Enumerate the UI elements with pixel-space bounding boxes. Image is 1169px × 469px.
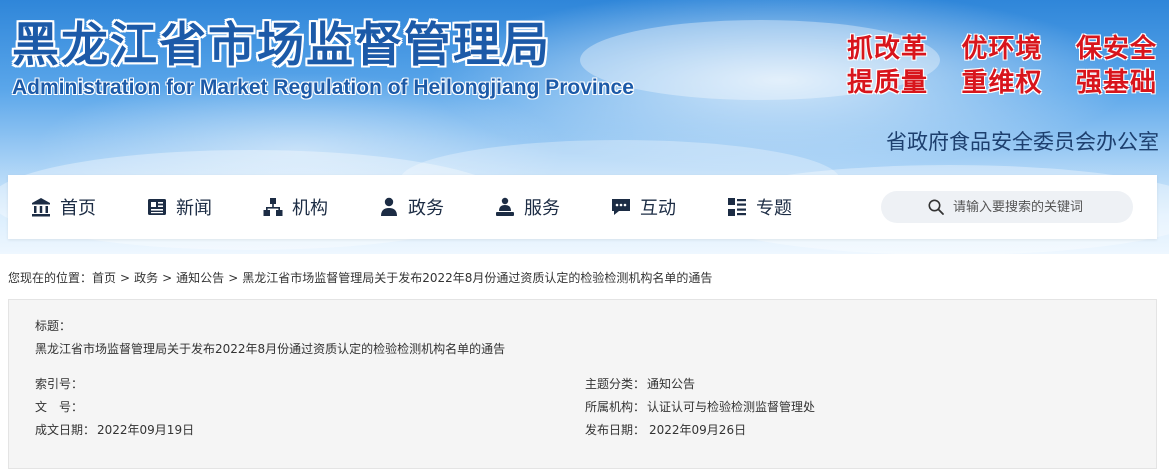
header-banner: 黑龙江省市场监督管理局 Administration for Market Re…: [0, 0, 1169, 254]
nav-label: 政务: [408, 198, 444, 219]
created-date-label: 成文日期：: [35, 423, 96, 437]
breadcrumb-separator: >: [162, 271, 173, 285]
nav-list: 首页 新闻 机构 政务 服务 互动 专题: [30, 175, 842, 239]
nav-item-home[interactable]: 首页: [30, 175, 146, 239]
interaction-icon: [610, 196, 632, 218]
nav-item-topics[interactable]: 专题: [726, 175, 842, 239]
slogan: 重维权: [961, 68, 1043, 98]
document-info-panel: 标题： 黑龙江省市场监督管理局关于发布2022年8月份通过资质认定的检验检测机构…: [8, 299, 1157, 469]
slogan: 优环境: [961, 34, 1043, 64]
published-date-value: 2022年09月26日: [649, 423, 747, 437]
subject-category-label: 主题分类：: [585, 377, 646, 391]
breadcrumb-prefix: 您现在的位置：: [8, 271, 93, 285]
nav-label: 服务: [524, 198, 560, 219]
organization-icon: [262, 196, 284, 218]
slogans: 抓改革 优环境 保安全 提质量 重维权 强基础: [847, 28, 1157, 98]
search-input[interactable]: [953, 199, 1123, 215]
published-date-label: 发布日期：: [585, 423, 646, 437]
search-icon[interactable]: [927, 198, 945, 216]
nav-item-interaction[interactable]: 互动: [610, 175, 726, 239]
slogan-row: 提质量 重维权 强基础: [847, 62, 1157, 98]
slogan: 强基础: [1075, 68, 1157, 98]
home-icon: [30, 196, 52, 218]
organization-value: 认证认可与检验检测监督管理处: [647, 400, 816, 414]
breadcrumb-link-notices[interactable]: 通知公告: [176, 271, 224, 285]
breadcrumb-link-government-affairs[interactable]: 政务: [134, 271, 158, 285]
nav-label: 互动: [640, 198, 676, 219]
site-subtitle-en: Administration for Market Regulation of …: [12, 76, 634, 99]
nav-item-organization[interactable]: 机构: [262, 175, 378, 239]
document-number-label: 文 号：: [35, 400, 84, 414]
created-date-value: 2022年09月19日: [97, 423, 195, 437]
index-number-label: 索引号：: [35, 377, 84, 391]
nav-label: 机构: [292, 198, 328, 219]
breadcrumb-separator: >: [120, 271, 131, 285]
breadcrumb-link-home[interactable]: 首页: [92, 271, 116, 285]
topics-icon: [726, 196, 748, 218]
nav-label: 专题: [756, 198, 792, 219]
news-icon: [146, 196, 168, 218]
nav-item-news[interactable]: 新闻: [146, 175, 262, 239]
subject-category-value: 通知公告: [647, 377, 696, 391]
breadcrumb: 您现在的位置：首页 > 政务 > 通知公告 > 黑龙江省市场监督管理局关于发布2022年8月…: [8, 269, 712, 286]
title-value: 黑龙江省市场监督管理局关于发布2022年8月份通过资质认定的检验检测机构名单的通…: [35, 342, 506, 356]
nav-label: 新闻: [176, 198, 212, 219]
main-nav: 首页 新闻 机构 政务 服务 互动 专题 请输入要搜索的关键词: [8, 175, 1157, 239]
title-label: 标题：: [35, 319, 72, 333]
slogan: 提质量: [847, 68, 929, 98]
search-box[interactable]: [881, 191, 1133, 223]
organization-label: 所属机构：: [585, 400, 646, 414]
breadcrumb-current-page: 黑龙江省市场监督管理局关于发布2022年8月份通过资质认定的检验检测机构名单的通…: [242, 271, 713, 285]
site-title: 黑龙江省市场监督管理局: [12, 18, 551, 73]
slogan: 抓改革: [847, 34, 929, 64]
breadcrumb-separator: >: [228, 271, 239, 285]
nav-label: 首页: [60, 198, 96, 219]
government-affairs-icon: [378, 196, 400, 218]
nav-item-government-affairs[interactable]: 政务: [378, 175, 494, 239]
slogan-row: 抓改革 优环境 保安全: [847, 28, 1157, 64]
nav-item-service[interactable]: 服务: [494, 175, 610, 239]
food-safety-office-link[interactable]: 省政府食品安全委员会办公室: [886, 126, 1159, 156]
slogan: 保安全: [1075, 34, 1157, 64]
service-icon: [494, 196, 516, 218]
